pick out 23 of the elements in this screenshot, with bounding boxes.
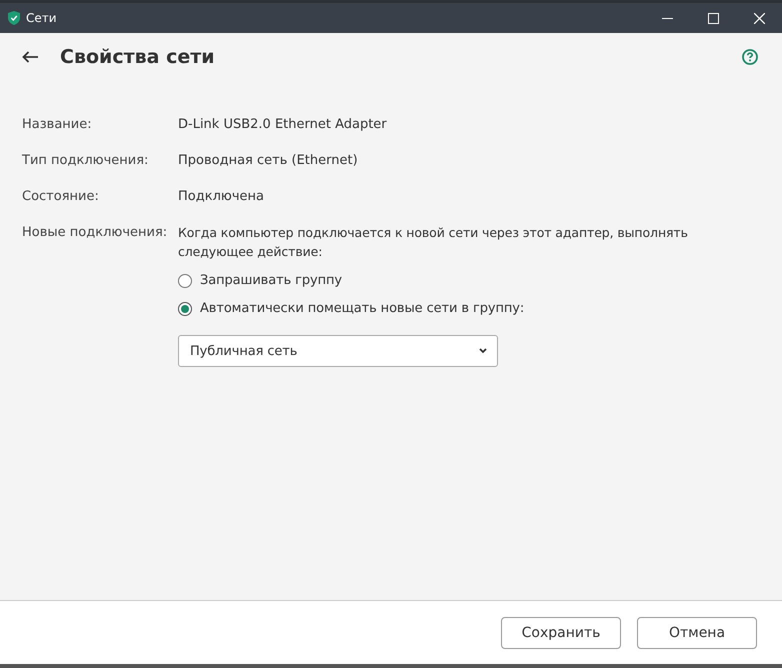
chevron-down-icon xyxy=(479,348,487,354)
property-label: Состояние: xyxy=(22,188,100,206)
property-label: Новые подключения: xyxy=(22,224,168,242)
property-label: Название: xyxy=(22,116,93,134)
radio-label[interactable]: Автоматически помещать новые сети в группу: xyxy=(200,299,524,318)
property-value: Подключена xyxy=(178,188,265,206)
back-arrow-icon[interactable] xyxy=(22,51,38,63)
close-icon xyxy=(754,12,764,24)
dialog-button[interactable]: Сохранить xyxy=(501,616,621,648)
property-value: Проводная сеть (Ethernet) xyxy=(178,152,359,170)
radio-label[interactable]: Запрашивать группу xyxy=(200,271,342,290)
help-icon[interactable] xyxy=(742,49,758,65)
window-title: Сети xyxy=(26,11,58,25)
shield-icon xyxy=(8,11,20,25)
group-dropdown[interactable]: Публичная сеть xyxy=(178,335,498,367)
description-text: Когда компьютер подключается к новой сети через этот адаптер, выполнять следующее действие: xyxy=(178,224,689,261)
page-title: Свойства сети xyxy=(60,46,216,68)
dialog-button[interactable]: Отмена xyxy=(637,616,757,648)
radio-button[interactable] xyxy=(178,274,192,288)
maximize-icon xyxy=(708,12,718,24)
radio-button[interactable] xyxy=(178,302,192,316)
property-value: D-Link USB2.0 Ethernet Adapter xyxy=(178,116,388,134)
property-label: Тип подключения: xyxy=(22,152,150,170)
